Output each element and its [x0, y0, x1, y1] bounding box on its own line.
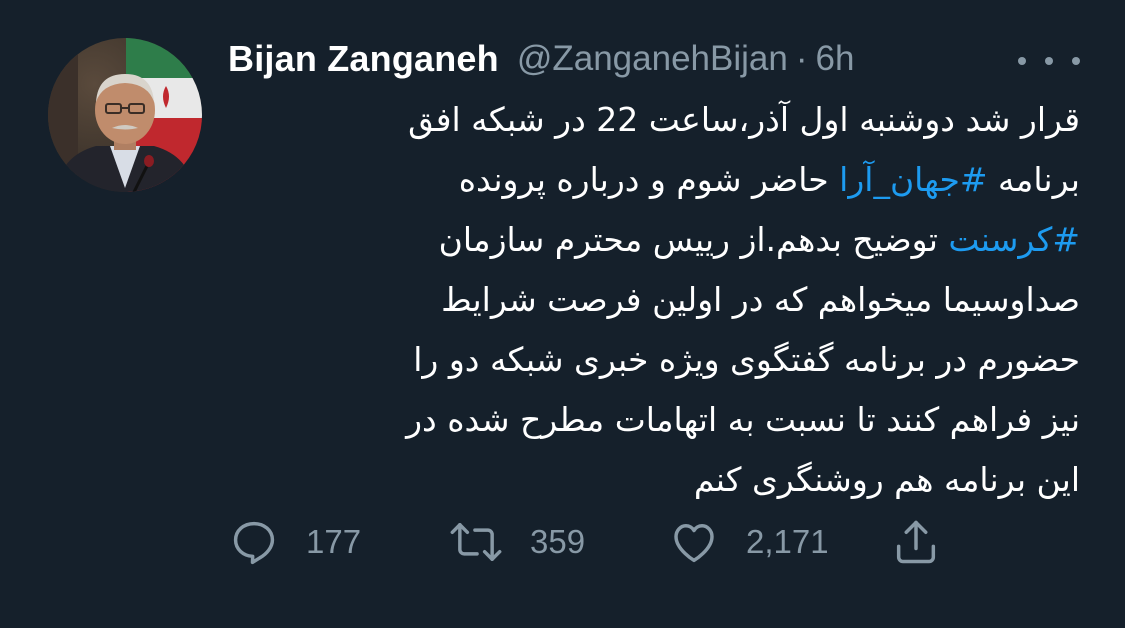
tweet-text-line: نیز فراهم کنند تا نسبت به اتهامات مطرح ش…: [228, 390, 1080, 450]
tweet-text-segment: حضورم در برنامه گفتگوی ویژه خبری شبکه دو…: [413, 340, 1080, 379]
tweet-text-line: صداوسیما میخواهم که در اولین فرصت شرایط: [228, 270, 1080, 330]
hashtag-link[interactable]: #کرسنت: [948, 220, 1080, 259]
reply-button[interactable]: 177: [228, 514, 361, 570]
tweet-text-line: قرار شد دوشنبه اول آذر،ساعت 22 در شبکه ا…: [228, 90, 1080, 150]
like-button[interactable]: 2,171: [668, 514, 829, 570]
share-icon: [896, 520, 936, 564]
dot-icon: [1045, 57, 1053, 65]
tweet-text-segment: برنامه: [987, 160, 1080, 199]
reply-icon: [233, 521, 275, 565]
user-handle[interactable]: @ZanganehBijan: [517, 39, 788, 79]
retweet-icon: [450, 523, 502, 561]
tweet-text-line: حضورم در برنامه گفتگوی ویژه خبری شبکه دو…: [228, 330, 1080, 390]
dot-icon: [1072, 57, 1080, 65]
tweet-text-line: برنامه #جهان_آرا حاضر شوم و درباره پروند…: [228, 150, 1080, 210]
tweet-text-segment: این برنامه هم روشنگری کنم: [693, 460, 1080, 499]
tweet-text-line: این برنامه هم روشنگری کنم: [228, 450, 1080, 510]
dot-icon: [1018, 57, 1026, 65]
separator-dot: ·: [795, 39, 808, 78]
timestamp[interactable]: 6h: [816, 39, 855, 79]
reply-count: 177: [306, 523, 362, 560]
avatar-image: [48, 38, 202, 192]
action-bar: 177 359 2,171: [228, 514, 968, 570]
more-options-button[interactable]: [1018, 46, 1080, 76]
like-count: 2,171: [746, 523, 829, 560]
heart-icon: [674, 524, 714, 563]
tweet-header: Bijan Zanganeh @ZanganehBijan · 6h: [228, 36, 1088, 82]
display-name[interactable]: Bijan Zanganeh: [228, 38, 499, 80]
tweet-text-segment: قرار شد دوشنبه اول آذر،ساعت 22 در شبکه ا…: [408, 100, 1080, 139]
retweet-button[interactable]: 359: [448, 514, 585, 570]
hashtag-link[interactable]: #جهان_آرا: [839, 160, 987, 199]
avatar[interactable]: [48, 38, 202, 192]
tweet-text-line: #کرسنت توضیح بدهم.از رییس محترم سازمان: [228, 210, 1080, 270]
tweet-text: قرار شد دوشنبه اول آذر،ساعت 22 در شبکه ا…: [228, 90, 1080, 510]
tweet-text-segment: حاضر شوم و درباره پرونده: [458, 160, 840, 199]
tweet-text-segment: صداوسیما میخواهم که در اولین فرصت شرایط: [441, 280, 1080, 319]
share-button[interactable]: [890, 514, 942, 570]
tweet-card: Bijan Zanganeh @ZanganehBijan · 6h قرار …: [0, 0, 1125, 628]
tweet-text-segment: توضیح بدهم.از رییس محترم سازمان: [438, 220, 949, 259]
tweet-text-segment: نیز فراهم کنند تا نسبت به اتهامات مطرح ش…: [406, 400, 1080, 439]
retweet-count: 359: [530, 523, 586, 560]
